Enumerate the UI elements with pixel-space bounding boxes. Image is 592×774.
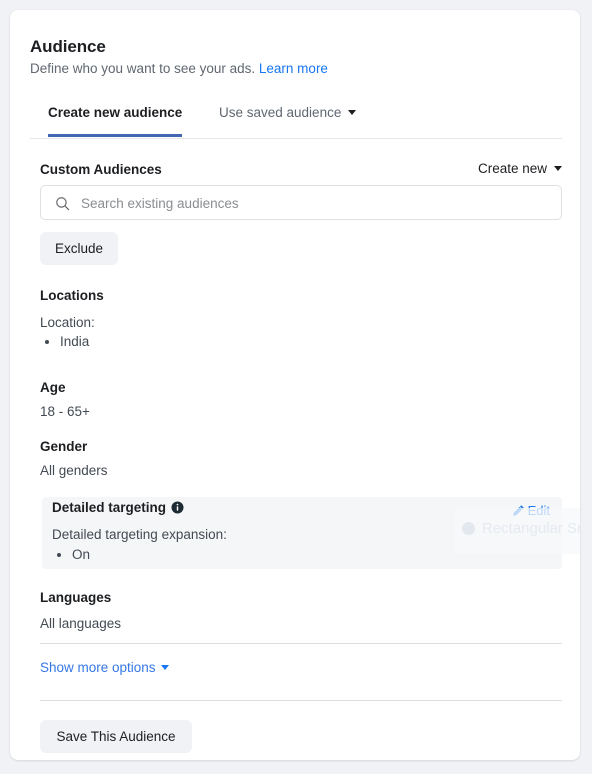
gender-section: Gender All genders [40,438,562,480]
locations-list: India [40,332,562,351]
page-subtitle: Define who you want to see your ads. Lea… [30,60,328,77]
detailed-targeting-heading-row: Detailed targeting [52,499,184,517]
tab-create-new-audience-label: Create new audience [48,105,183,120]
learn-more-link[interactable]: Learn more [259,61,328,76]
gender-heading: Gender [40,439,88,454]
chevron-down-icon [348,110,357,115]
detailed-targeting-section: Detailed targeting Edit Detailed targeti… [42,497,562,569]
save-this-audience-button[interactable]: Save This Audience [40,720,192,753]
locations-section: Locations Location: India [40,287,562,351]
age-section: Age 18 - 65+ [40,379,562,421]
divider [40,700,562,701]
divider [40,643,562,644]
chevron-down-icon [554,166,562,171]
detailed-targeting-edit-label: Edit [527,503,550,518]
custom-audiences-header-row: Custom Audiences Create new [40,161,562,181]
detailed-targeting-list: On [52,545,227,564]
search-icon [56,197,70,211]
detailed-targeting-heading: Detailed targeting [52,500,167,515]
list-item: India [60,332,562,351]
chevron-down-icon [160,665,169,670]
info-icon[interactable] [171,501,184,514]
age-value: 18 - 65+ [40,404,90,419]
create-new-label: Create new [477,161,547,176]
page-title: Audience [30,37,106,56]
search-audiences-placeholder: Search existing audiences [81,196,239,211]
list-item: On [72,545,227,564]
show-more-options-label: Show more options [40,660,156,675]
audience-card: Audience Define who you want to see your… [10,10,580,760]
custom-audiences-label: Custom Audiences [40,162,162,177]
exclude-button[interactable]: Exclude [40,232,118,265]
create-new-button[interactable]: Create new [478,161,562,176]
tab-use-saved-audience-label: Use saved audience [219,105,342,120]
languages-heading: Languages [40,590,112,605]
detailed-targeting-body: Detailed targeting expansion: On [52,525,227,564]
audience-tabs: Create new audience Use saved audience [30,102,562,139]
locations-sub-label: Location: [40,315,95,330]
show-more-options-button[interactable]: Show more options [40,659,169,677]
gender-value: All genders [40,463,108,478]
locations-heading: Locations [40,288,104,303]
age-heading: Age [40,380,66,395]
languages-section: Languages All languages [40,589,562,633]
detailed-targeting-edit-button[interactable]: Edit [512,503,550,519]
tab-use-saved-audience[interactable]: Use saved audience [219,102,357,134]
page-subtitle-text: Define who you want to see your ads. [30,61,256,76]
languages-value: All languages [40,616,122,631]
pencil-icon [512,505,524,516]
detailed-targeting-sub-label: Detailed targeting expansion: [52,527,227,542]
tab-create-new-audience[interactable]: Create new audience [48,102,183,137]
search-audiences-input[interactable]: Search existing audiences [40,185,562,220]
